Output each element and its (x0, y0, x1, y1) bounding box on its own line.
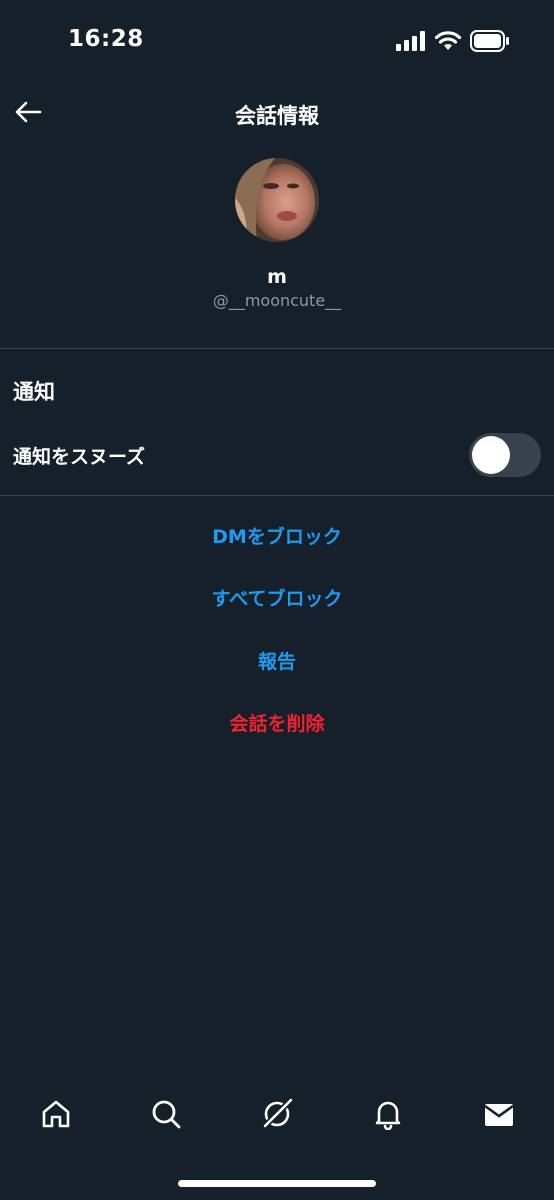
toggle-knob (472, 436, 510, 474)
avatar[interactable] (235, 158, 319, 242)
snooze-notifications-row[interactable]: 通知をスヌーズ (0, 428, 554, 484)
divider (0, 348, 554, 349)
notifications-bell-icon (372, 1098, 404, 1134)
messages-mail-icon (483, 1100, 515, 1132)
status-bar: 16:28 (0, 0, 554, 80)
battery-icon (470, 30, 510, 56)
snooze-notifications-label: 通知をスヌーズ (13, 446, 146, 468)
page-title: 会話情報 (235, 104, 319, 128)
header: 会話情報 (0, 88, 554, 140)
home-icon (40, 1098, 72, 1134)
status-icons (396, 30, 510, 56)
grok-icon (260, 1097, 294, 1135)
search-icon (150, 1098, 182, 1134)
divider (0, 495, 554, 496)
nav-grok[interactable] (257, 1096, 297, 1136)
block-all-button[interactable]: すべてブロック (0, 584, 554, 611)
nav-notifications[interactable] (368, 1096, 408, 1136)
status-time: 16:28 (68, 26, 144, 52)
wifi-icon (434, 31, 462, 55)
bottom-navigation (0, 1088, 554, 1148)
nav-home[interactable] (36, 1096, 76, 1136)
profile-name: m (267, 266, 287, 288)
notifications-section-title: 通知 (13, 380, 55, 404)
snooze-toggle[interactable] (469, 433, 541, 477)
nav-messages[interactable] (479, 1096, 519, 1136)
profile-handle: @__mooncute__ (212, 291, 342, 310)
home-indicator (178, 1180, 376, 1187)
conversation-info-screen: 16:28 会話情報 m @__mooncute__ 通知 通知をスヌーズ DM… (0, 0, 554, 1200)
report-button[interactable]: 報告 (0, 647, 554, 674)
block-dm-button[interactable]: DMをブロック (0, 522, 554, 549)
delete-conversation-button[interactable]: 会話を削除 (0, 709, 554, 736)
signal-icon (396, 31, 426, 55)
nav-search[interactable] (146, 1096, 186, 1136)
